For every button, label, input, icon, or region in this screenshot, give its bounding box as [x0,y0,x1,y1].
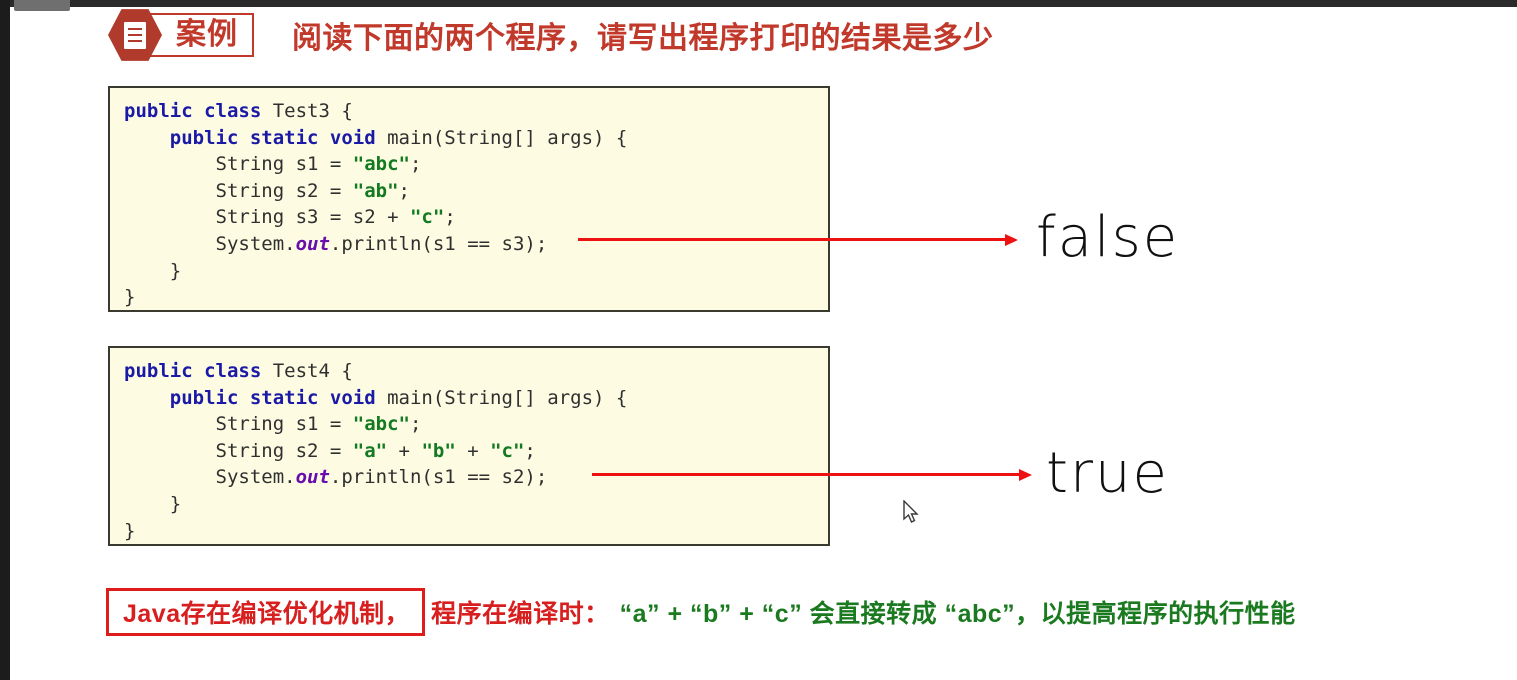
code-token: } [124,519,136,542]
code-token-str: "c" [490,439,525,462]
code-token-kw: public static void [169,126,388,149]
code-token: String s1 = [124,153,353,176]
code-token: main(String[] args) { [387,126,628,149]
arrow-shaft [578,238,1006,241]
code-token-kw: public static void [169,386,388,409]
code-line: public class Test3 { [124,98,828,125]
case-badge: 案例 [108,8,254,62]
code-line: String s3 = s2 + "c"; [124,204,828,231]
code-token-str: "b" [421,439,456,462]
slide-canvas: 案例 阅读下面的两个程序，请写出程序打印的结果是多少 public class … [0,0,1517,680]
code-token-str: "abc" [352,413,410,436]
code-token: ; [409,153,422,176]
code-line: String s1 = "abc"; [124,151,828,178]
footnote-boxed-text: Java存在编译优化机制， [123,600,411,628]
code-token: System. [124,232,296,255]
code-token: ; [444,206,456,229]
code-token-str: "ab" [352,179,399,202]
window-top-tab [14,0,70,11]
code-line: } [124,491,828,518]
code-line: } [124,518,828,545]
mouse-cursor-icon [903,500,919,523]
arrow-head-icon [1019,469,1032,481]
code-token-kw: public class [124,100,273,122]
code-token: } [124,492,182,515]
case-badge-box: 案例 [148,13,254,57]
footnote-red-text: 程序在编译时： [431,600,610,628]
code-line: String s2 = "ab"; [124,178,828,205]
code-line: String s2 = "a" + "b" + "c"; [124,438,828,465]
code-token-str: "a" [352,439,388,462]
window-left-edge [0,0,10,680]
code-line: public class Test4 { [124,358,828,385]
code-line: public static void main(String[] args) { [124,125,828,152]
slide-header: 案例 阅读下面的两个程序，请写出程序打印的结果是多少 [108,8,994,62]
answer-output-1: false [1036,205,1180,270]
code-token: String s3 = s2 + [124,206,410,229]
arrow-head-icon [1005,234,1018,246]
code-token-str: "c" [409,206,445,229]
document-icon-glyph [124,21,146,49]
arrow-shaft [592,473,1020,476]
code-token: ; [398,179,410,202]
answer-output-2: true [1046,441,1169,506]
case-badge-label: 案例 [176,18,238,51]
footnote: Java存在编译优化机制， 程序在编译时： “a” + “b” + “c” 会直… [106,588,1296,636]
code-token-field: out [295,466,330,489]
code-token: } [124,286,136,309]
annotation-arrow-1 [578,234,1018,246]
code-token: String s1 = [124,413,353,436]
code-token: Test3 { [272,100,353,122]
code-token: ; [409,413,422,436]
code-token: } [124,259,182,282]
code-block-test3: public class Test3 { public static void … [108,86,830,312]
code-line: } [124,258,828,285]
code-token-field: out [295,232,330,255]
code-token: main(String[] args) { [387,386,628,409]
code-token: System. [124,466,296,489]
code-token-str: "abc" [352,153,410,176]
window-top-edge [10,0,1517,7]
annotation-arrow-2 [592,469,1032,481]
code-line: public static void main(String[] args) { [124,385,828,412]
footnote-green-text: “a” + “b” + “c” 会直接转成 “abc”，以提高程序的执行性能 [619,600,1296,628]
footnote-highlight-box: Java存在编译优化机制， [106,588,426,636]
code-token: String s2 = [124,439,353,462]
code-token: Test4 { [272,360,353,382]
code-token: + [387,439,422,462]
code-token: ; [524,439,536,462]
code-token: String s2 = [124,179,353,202]
code-token: .println(s1 == s3); [329,232,548,255]
code-line: String s1 = "abc"; [124,411,828,438]
code-token: .println(s1 == s2); [329,466,548,489]
code-line: } [124,284,828,311]
page-title: 阅读下面的两个程序，请写出程序打印的结果是多少 [292,22,994,55]
code-token: + [455,439,491,462]
code-token-kw: public class [124,360,273,382]
code-block-test4: public class Test4 { public static void … [108,346,830,546]
